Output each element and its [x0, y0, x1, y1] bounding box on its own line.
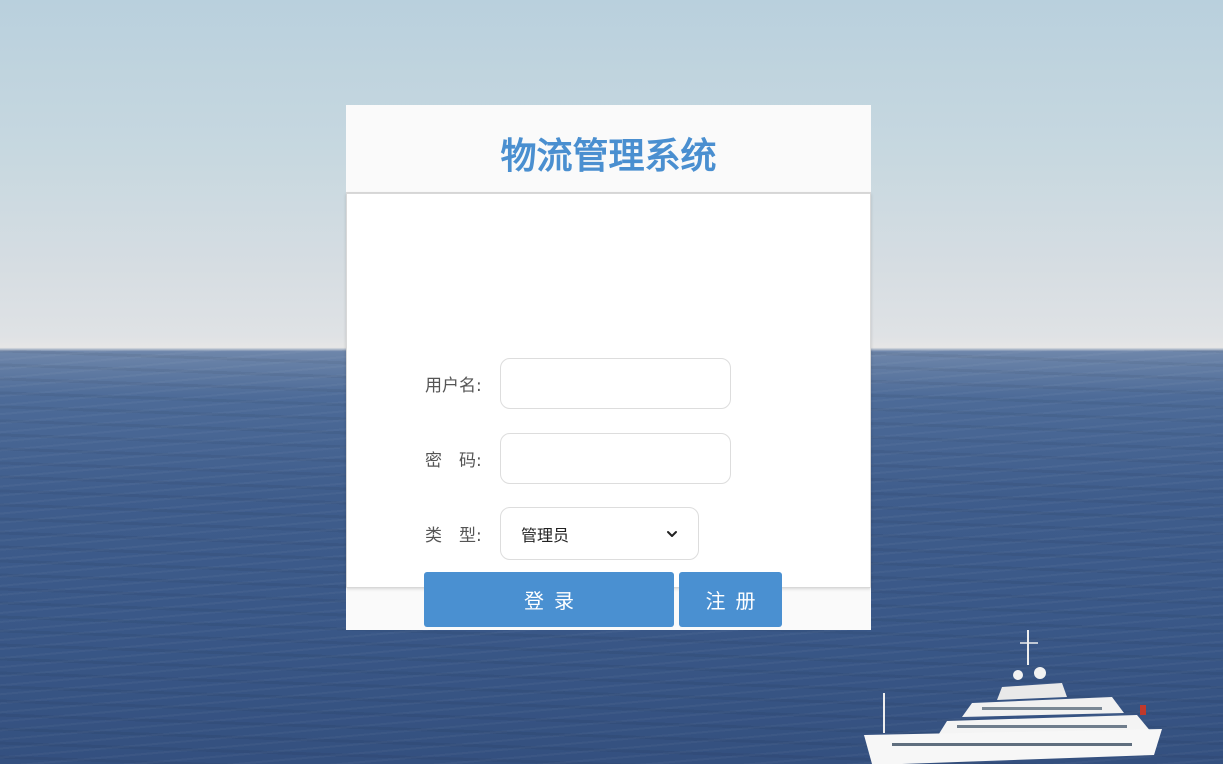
password-row: 密 码:	[425, 433, 731, 484]
yacht-image	[864, 630, 1162, 764]
password-label: 密 码:	[425, 451, 482, 471]
password-input[interactable]	[500, 433, 731, 484]
user-type-select[interactable]: 管理员	[500, 507, 699, 560]
username-input[interactable]	[500, 358, 731, 409]
register-button[interactable]: 注册	[679, 572, 782, 627]
login-form: 用户名: 密 码: 类 型: 管理员 登录 注册	[346, 193, 871, 627]
login-button[interactable]: 登录	[424, 572, 674, 627]
system-title: 物流管理系统	[500, 135, 717, 177]
username-row: 用户名:	[425, 358, 731, 409]
login-card: 物流管理系统 用户名: 密 码: 类 型: 管理员 登录 注册	[346, 105, 871, 630]
type-row: 类 型: 管理员	[425, 507, 699, 560]
username-label: 用户名:	[425, 376, 482, 396]
type-label: 类 型:	[425, 526, 482, 546]
chevron-down-icon	[667, 530, 677, 537]
card-header: 物流管理系统	[346, 105, 871, 193]
user-type-selected-value: 管理员	[521, 525, 570, 545]
